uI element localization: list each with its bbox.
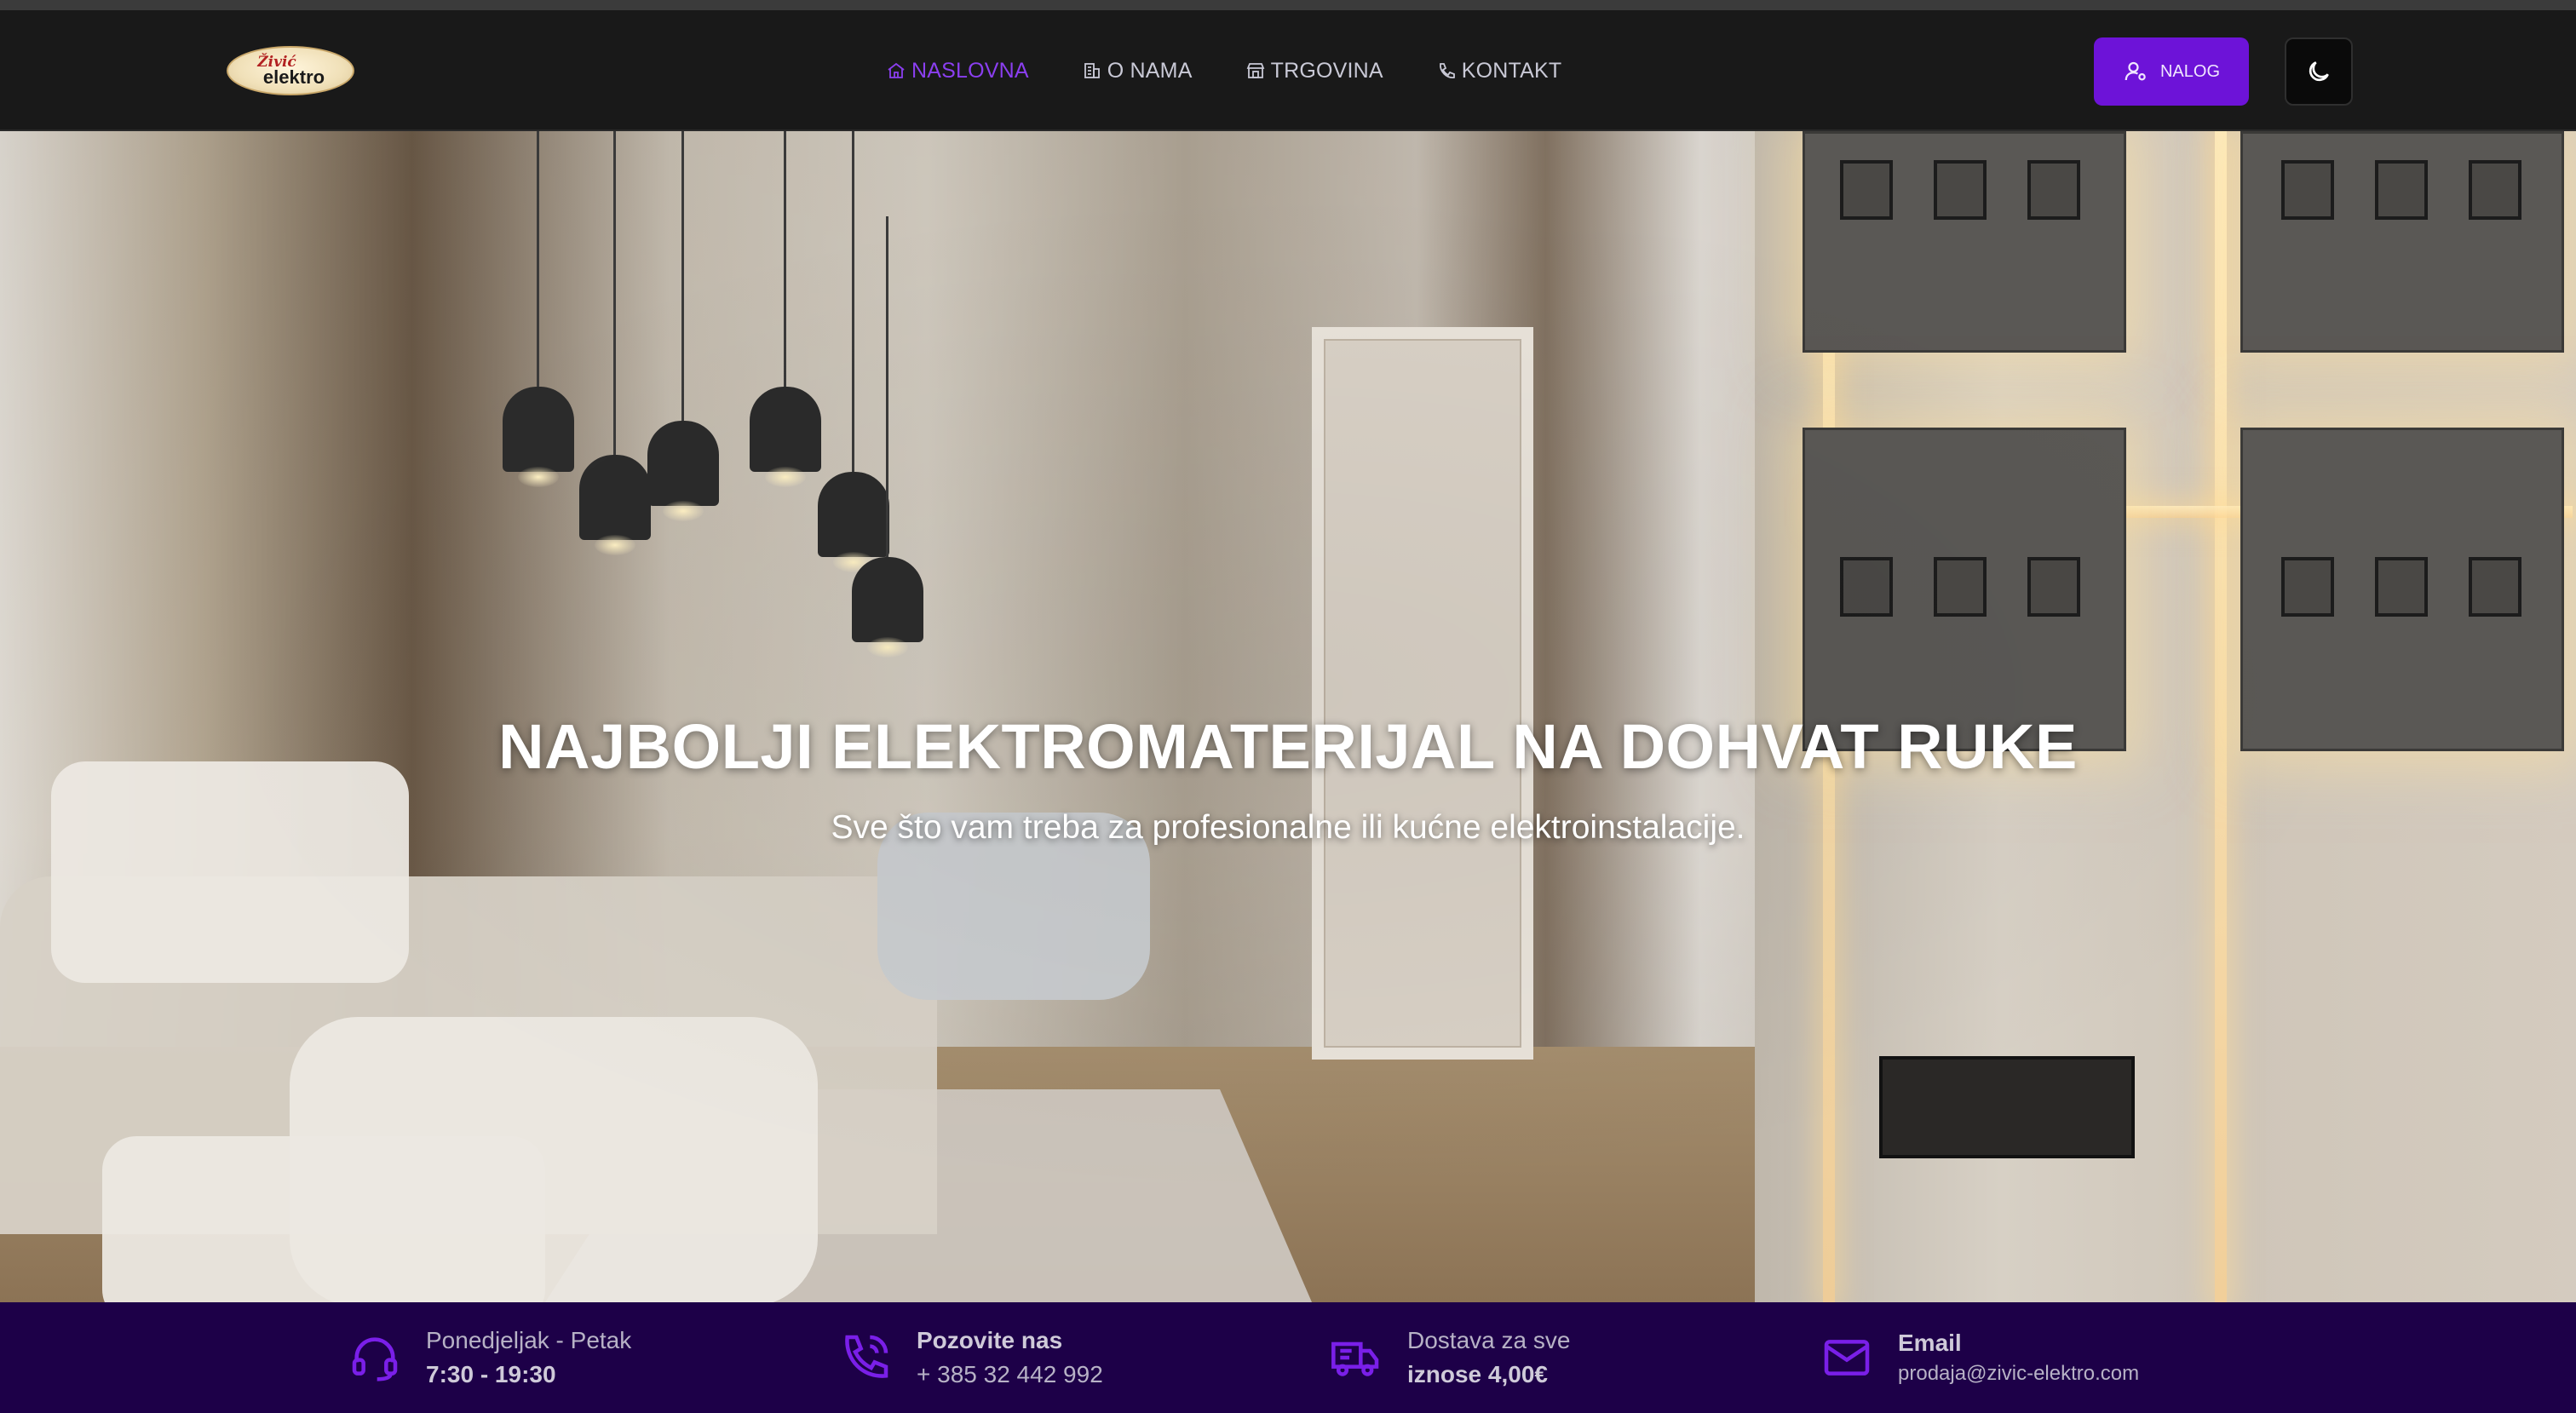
info-phone-value[interactable]: + 385 32 442 992 <box>917 1360 1103 1389</box>
hero-title: NAJBOLJI ELEKTROMATERIJAL NA DOHVAT RUKE <box>498 711 2078 782</box>
info-working-hours: Ponedjeljak - Petak 7:30 - 19:30 <box>348 1302 631 1413</box>
info-hours-label: Ponedjeljak - Petak <box>426 1327 632 1354</box>
phone-call-icon <box>845 1335 888 1378</box>
info-delivery: Dostava za sve iznose 4,00€ <box>1329 1302 1570 1413</box>
site-logo[interactable]: Živić elektro <box>227 46 354 95</box>
info-email-value[interactable]: prodaja@zivic-elektro.com <box>1898 1362 2139 1387</box>
hero-subtitle: Sve što vam treba za profesionalne ili k… <box>831 809 1745 846</box>
nav-item-label: O NAMA <box>1107 58 1193 83</box>
nav-item-trgovina[interactable]: TRGOVINA <box>1245 59 1383 83</box>
info-email-label: Email <box>1898 1329 1962 1356</box>
store-icon <box>1246 63 1264 78</box>
info-phone-label: Pozovite nas <box>917 1327 1063 1354</box>
user-settings-icon <box>2125 61 2146 81</box>
headset-icon <box>352 1337 398 1381</box>
browser-top-strip <box>0 0 2576 10</box>
hero-banner: NAJBOLJI ELEKTROMATERIJAL NA DOHVAT RUKE… <box>0 131 2576 1302</box>
account-button[interactable]: NALOG <box>2094 37 2249 106</box>
truck-icon <box>1331 1341 1379 1376</box>
mail-icon <box>1824 1340 1870 1376</box>
building-icon <box>1084 63 1100 78</box>
logo-text-bottom: elektro <box>262 66 325 88</box>
phone-icon <box>1439 63 1455 78</box>
info-email: Email prodaja@zivic-elektro.com <box>1820 1302 2139 1413</box>
account-button-label: NALOG <box>2159 61 2221 81</box>
info-hours-value: 7:30 - 19:30 <box>426 1361 556 1387</box>
nav-item-label: TRGOVINA <box>1270 58 1383 83</box>
nav-item-kontakt[interactable]: KONTAKT <box>1436 59 1562 83</box>
info-delivery-label: Dostava za sve <box>1407 1327 1571 1354</box>
navbar: Živić elektro NASLOVNA O NAMA TRGOVINA K… <box>0 10 2576 131</box>
info-phone: Pozovite nas + 385 32 442 992 <box>838 1302 1103 1413</box>
nav-item-naslovna[interactable]: NASLOVNA <box>886 59 1029 83</box>
theme-toggle-button[interactable] <box>2285 37 2353 106</box>
home-icon <box>888 62 905 78</box>
moon-icon <box>2309 61 2329 82</box>
nav-item-o-nama[interactable]: O NAMA <box>1082 59 1193 83</box>
main-nav: NASLOVNA O NAMA TRGOVINA KONTAKT <box>886 10 1561 131</box>
nav-item-label: KONTAKT <box>1461 58 1562 83</box>
info-delivery-value: iznose 4,00€ <box>1407 1361 1548 1387</box>
nav-item-label: NASLOVNA <box>911 58 1029 83</box>
info-bar: Ponedjeljak - Petak 7:30 - 19:30 Pozovit… <box>0 1302 2576 1413</box>
